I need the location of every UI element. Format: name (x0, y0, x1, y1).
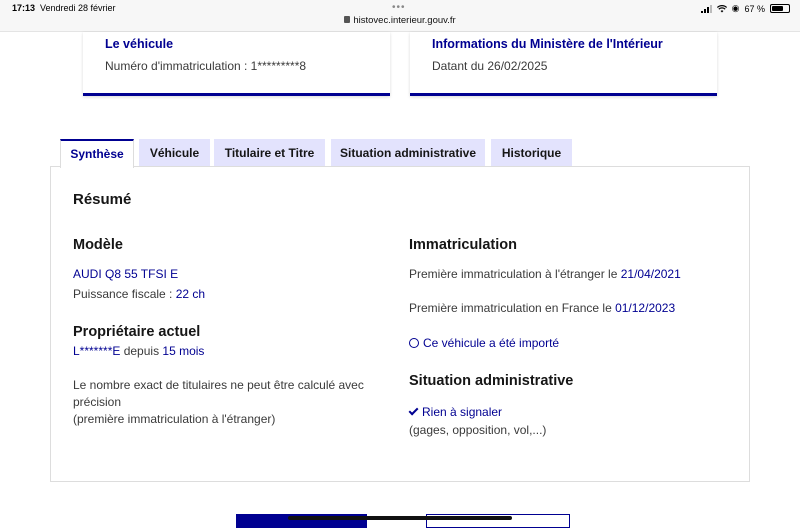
data-date: Datant du 26/02/2025 (432, 59, 548, 73)
battery-icon (770, 4, 790, 13)
synthese-panel: Résumé Modèle AUDI Q8 55 TFSI E Puissanc… (50, 166, 750, 482)
ministry-card: Informations du Ministère de l'Intérieur… (410, 32, 717, 96)
fiscal-power: Puissance fiscale : 22 ch (73, 286, 205, 303)
owner-note-line-2: précision (73, 395, 122, 409)
registration-number: Numéro d'immatriculation : 1*********8 (105, 59, 307, 73)
owner-note-line-1: Le nombre exact de titulaires ne peut êt… (73, 378, 364, 392)
battery-percent: 67 % (744, 3, 765, 14)
url-text: histovec.interieur.gouv.fr (353, 15, 456, 26)
date: Vendredi 28 février (40, 3, 116, 13)
tab-titulaire[interactable]: Titulaire et Titre (214, 139, 325, 167)
owner-note: Le nombre exact de titulaires ne peut êt… (73, 377, 364, 428)
status-bar: 17:13 Vendredi 28 février ••• histovec.i… (0, 0, 800, 32)
imported-link[interactable]: Ce véhicule a été importé (409, 335, 559, 352)
model-heading: Modèle (73, 237, 123, 253)
foreign-registration-date: 21/04/2021 (620, 267, 681, 281)
more-dots-icon[interactable]: ••• (392, 2, 406, 13)
tab-historique[interactable]: Historique (491, 139, 572, 167)
summary-title: Résumé (73, 191, 132, 208)
fiscal-power-value: 22 ch (175, 287, 206, 301)
lock-icon (344, 16, 351, 23)
foreign-registration-label: Première immatriculation à l'étranger le (409, 267, 621, 281)
france-registration-date: 01/12/2023 (615, 301, 676, 315)
check-icon (408, 405, 419, 416)
tab-situation-administrative[interactable]: Situation administrative (331, 139, 485, 167)
admin-status-text: Rien à signaler (422, 405, 503, 419)
admin-status: Rien à signaler (408, 404, 503, 421)
model-name: AUDI Q8 55 TFSI E (73, 267, 179, 281)
wifi-icon (716, 4, 727, 12)
home-indicator (288, 516, 512, 520)
clock: 17:13 (12, 3, 36, 13)
orientation-lock-icon: ◉ (731, 3, 740, 13)
tab-synthese[interactable]: Synthèse (60, 139, 134, 168)
registration-heading: Immatriculation (409, 237, 517, 253)
system-indicators: ◉ 67 % (700, 3, 790, 14)
vehicle-card: Le véhicule Numéro d'immatriculation : 1… (83, 32, 390, 96)
owner-line: L*******E depuis 15 mois (73, 343, 204, 360)
admin-status-details: (gages, opposition, vol,...) (409, 423, 547, 437)
owner-name: L*******E (73, 344, 121, 358)
france-registration: Première immatriculation en France le 01… (409, 300, 675, 317)
imported-text: Ce véhicule a été importé (423, 336, 560, 350)
france-registration-label: Première immatriculation en France le (409, 301, 616, 315)
fiscal-power-label: Puissance fiscale : (73, 287, 176, 301)
owner-note-line-3: (première immatriculation à l'étranger) (73, 412, 276, 426)
address-bar[interactable]: histovec.interieur.gouv.fr (0, 15, 800, 26)
foreign-registration: Première immatriculation à l'étranger le… (409, 266, 681, 283)
signal-icon (700, 4, 712, 13)
owner-since-value: 15 mois (162, 344, 205, 358)
owner-since-label: depuis (120, 344, 163, 358)
globe-icon (409, 338, 419, 348)
vehicle-card-title: Le véhicule (105, 37, 174, 51)
admin-status-heading: Situation administrative (409, 373, 574, 389)
owner-heading: Propriétaire actuel (73, 324, 201, 340)
tab-vehicule[interactable]: Véhicule (139, 139, 210, 167)
ministry-card-title: Informations du Ministère de l'Intérieur (432, 37, 663, 51)
